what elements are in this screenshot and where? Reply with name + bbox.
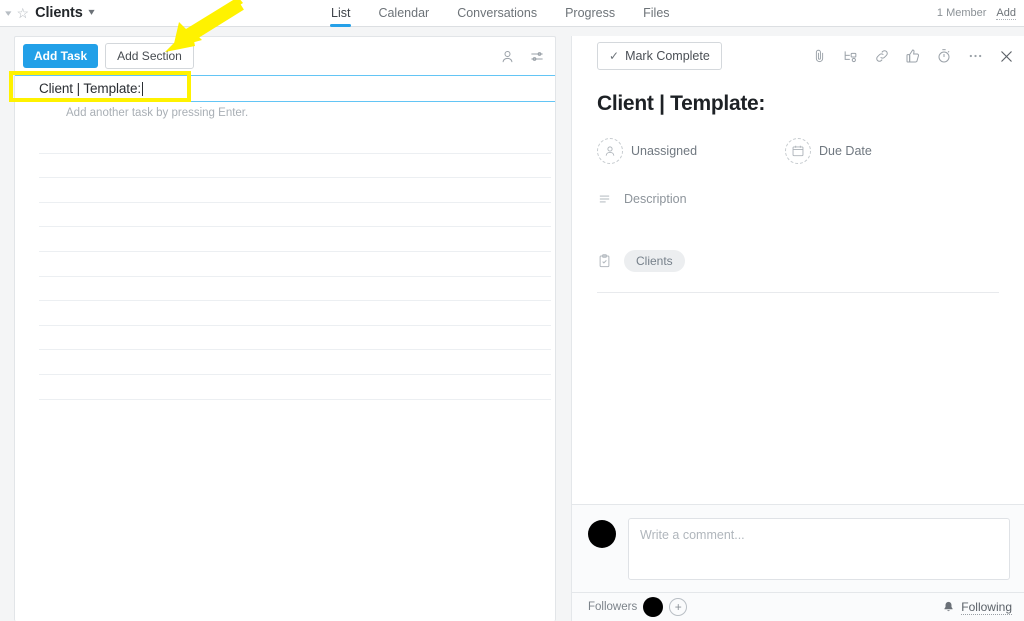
task-list-panel: Add Task Add Section Client | Template: bbox=[14, 36, 556, 621]
paperclip-icon[interactable] bbox=[812, 48, 827, 64]
member-count: 1 Member bbox=[936, 7, 987, 19]
description-label[interactable]: Description bbox=[624, 192, 687, 206]
check-icon: ✓ bbox=[609, 49, 620, 63]
list-item[interactable] bbox=[39, 129, 551, 154]
subtask-icon[interactable] bbox=[842, 48, 859, 64]
task-detail-actions bbox=[812, 48, 1014, 64]
list-item[interactable] bbox=[39, 277, 551, 302]
list-item[interactable] bbox=[39, 375, 551, 400]
sliders-filter-icon[interactable] bbox=[529, 49, 545, 64]
list-item[interactable] bbox=[39, 350, 551, 375]
task-title[interactable]: Client | Template: bbox=[597, 92, 999, 116]
tab-files-label: Files bbox=[643, 6, 670, 20]
add-task-hint: Add another task by pressing Enter. bbox=[66, 107, 249, 119]
task-detail-header: ✓ Mark Complete bbox=[572, 36, 1024, 76]
bell-icon bbox=[942, 600, 955, 614]
close-icon[interactable] bbox=[999, 49, 1014, 64]
link-icon[interactable] bbox=[874, 48, 890, 64]
task-meta-row: Unassigned Due Date bbox=[597, 138, 999, 164]
new-task-input[interactable]: Client | Template: bbox=[39, 81, 141, 96]
page-title: Clients bbox=[35, 5, 83, 21]
tab-progress[interactable]: Progress bbox=[564, 0, 616, 27]
tab-progress-label: Progress bbox=[565, 6, 616, 20]
project-tag[interactable]: Clients bbox=[624, 250, 685, 272]
chevron-collapse-icon[interactable]: ▾ bbox=[5, 8, 11, 18]
comment-composer: Write a comment... bbox=[572, 504, 1024, 592]
lines-icon bbox=[597, 192, 612, 206]
tab-conversations-label: Conversations bbox=[457, 6, 538, 20]
add-section-button[interactable]: Add Section bbox=[105, 42, 194, 70]
following-label: Following bbox=[961, 599, 1012, 615]
list-item[interactable] bbox=[39, 203, 551, 228]
tab-calendar[interactable]: Calendar bbox=[377, 0, 430, 27]
more-ellipsis-icon[interactable] bbox=[967, 48, 984, 64]
project-identity: ▾ ☆ Clients ▾ bbox=[0, 5, 330, 21]
project-view-tabs: List Calendar Conversations Progress Fil… bbox=[330, 0, 671, 27]
followers-bar: Followers + Following bbox=[572, 592, 1024, 621]
new-task-input-row[interactable]: Client | Template: bbox=[15, 75, 555, 102]
mark-complete-button[interactable]: ✓ Mark Complete bbox=[597, 42, 722, 70]
avatar[interactable] bbox=[588, 520, 616, 548]
tab-calendar-label: Calendar bbox=[378, 6, 430, 20]
star-icon[interactable]: ☆ bbox=[17, 6, 30, 20]
comment-input[interactable]: Write a comment... bbox=[628, 518, 1010, 580]
text-caret bbox=[142, 81, 144, 96]
tab-list[interactable]: List bbox=[330, 0, 352, 27]
clipboard-icon bbox=[597, 253, 612, 269]
list-item[interactable] bbox=[39, 178, 551, 203]
asana-project-window: ▾ ☆ Clients ▾ List Calendar Conversation… bbox=[0, 0, 1024, 621]
task-detail-body: Client | Template: Unassigned Due Date D… bbox=[572, 76, 1024, 293]
person-icon[interactable] bbox=[597, 138, 623, 164]
tab-list-label: List bbox=[331, 6, 351, 20]
timer-icon[interactable] bbox=[936, 48, 952, 64]
assignee-label[interactable]: Unassigned bbox=[631, 144, 697, 158]
tab-files[interactable]: Files bbox=[642, 0, 670, 27]
followers-label: Followers bbox=[588, 601, 638, 613]
due-date-label[interactable]: Due Date bbox=[819, 144, 872, 158]
chevron-down-icon[interactable]: ▾ bbox=[88, 8, 94, 18]
task-detail-panel: ✓ Mark Complete Client | Template: Unass… bbox=[571, 36, 1024, 621]
thumbs-up-icon[interactable] bbox=[905, 48, 921, 64]
empty-task-rows bbox=[15, 129, 555, 400]
top-header-bar: ▾ ☆ Clients ▾ List Calendar Conversation… bbox=[0, 0, 1024, 27]
list-item[interactable] bbox=[39, 301, 551, 326]
list-item[interactable] bbox=[39, 252, 551, 277]
list-toolbar: Add Task Add Section bbox=[15, 37, 555, 75]
add-task-button[interactable]: Add Task bbox=[23, 43, 99, 69]
detail-empty-space bbox=[572, 293, 1024, 504]
list-item[interactable] bbox=[39, 154, 551, 179]
add-member-link[interactable]: Add bbox=[996, 7, 1016, 20]
project-tag-row: Clients bbox=[597, 250, 999, 293]
calendar-icon[interactable] bbox=[785, 138, 812, 164]
following-toggle[interactable]: Following bbox=[942, 600, 1012, 615]
description-row[interactable]: Description bbox=[597, 192, 999, 206]
mark-complete-label: Mark Complete bbox=[625, 49, 710, 63]
person-icon[interactable] bbox=[500, 49, 515, 64]
list-item[interactable] bbox=[39, 227, 551, 252]
add-follower-button[interactable]: + bbox=[669, 598, 688, 616]
avatar[interactable] bbox=[643, 597, 664, 617]
tab-conversations[interactable]: Conversations bbox=[456, 0, 538, 27]
list-toolbar-icons bbox=[500, 49, 545, 64]
list-item[interactable] bbox=[39, 326, 551, 351]
members-area: 1 Member Add bbox=[937, 7, 1024, 20]
